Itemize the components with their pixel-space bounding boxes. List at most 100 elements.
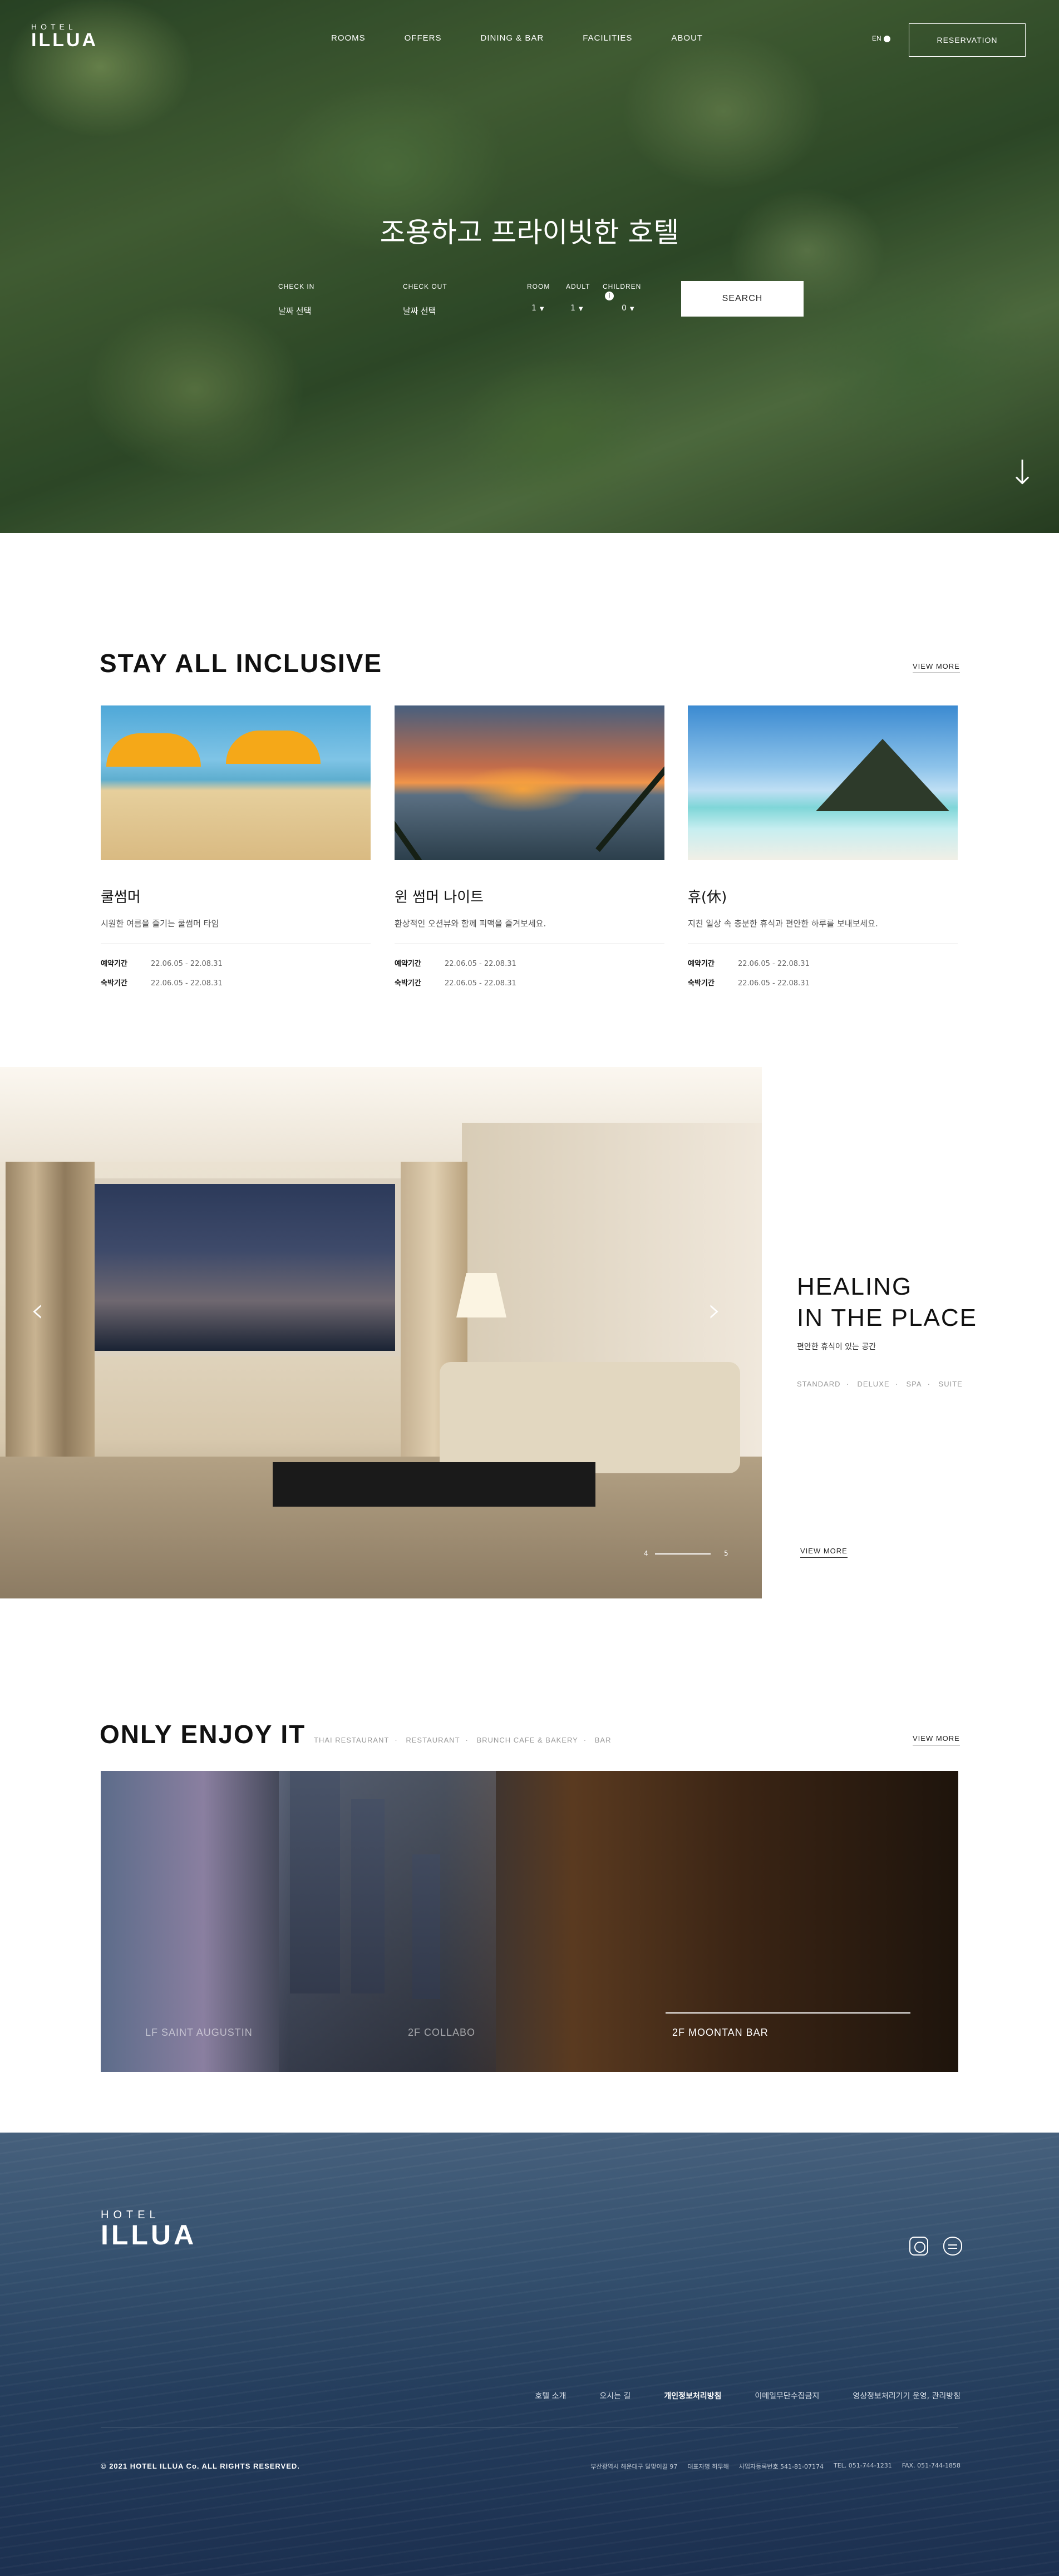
address: 부산광역시 해운대구 달맞이길 97 — [590, 2463, 678, 2470]
slide-progress-bar — [655, 1553, 711, 1555]
language-selector[interactable]: EN — [872, 34, 890, 42]
offer-image-beach-umbrellas[interactable] — [101, 705, 371, 860]
business-number: 사업자등록번호 541-81-07174 — [738, 2463, 824, 2470]
hotel-logo[interactable]: HOTEL ILLUA — [31, 22, 98, 51]
room-select[interactable]: 1 ▼ — [531, 304, 544, 313]
search-button[interactable]: SEARCH — [681, 281, 804, 317]
category-bar[interactable]: BAR — [595, 1736, 612, 1744]
children-label: CHILDREN i — [603, 283, 642, 300]
room-slide-image[interactable] — [0, 1067, 762, 1598]
offer-name: 휴(休) — [688, 889, 727, 906]
curtain — [6, 1162, 95, 1462]
info-icon[interactable]: i — [605, 292, 614, 300]
fax-number: FAX. 051-744-1858 — [902, 2462, 961, 2469]
hero-section: HOTEL ILLUA ROOMS OFFERS DINING & BAR FA… — [0, 0, 1059, 533]
category-thai-restaurant[interactable]: THAI RESTAURANT — [314, 1736, 389, 1744]
main-nav: ROOMS OFFERS DINING & BAR FACILITIES ABO… — [331, 33, 742, 43]
offer-name: 윈 썸머 나이트 — [395, 889, 484, 906]
offer-desc: 시원한 여름을 즐기는 쿨썸머 타임 — [101, 919, 219, 929]
footer-link-location[interactable]: 오시는 길 — [599, 2390, 631, 2401]
stay-view-more-link[interactable]: VIEW MORE — [913, 662, 960, 673]
healing-title: HEALING IN THE PLACE — [797, 1271, 977, 1334]
copyright: © 2021 HOTEL ILLUA Co. ALL RIGHTS RESERV… — [101, 2462, 300, 2470]
reservation-button[interactable]: RESERVATION — [909, 23, 1026, 57]
offer-desc: 지친 일상 속 충분한 휴식과 편안한 하루를 보내보세요. — [688, 919, 878, 929]
offer-name: 쿨썸머 — [101, 889, 141, 906]
nav-offers[interactable]: OFFERS — [405, 33, 442, 43]
nav-about[interactable]: ABOUT — [671, 33, 703, 43]
footer-link-email-policy[interactable]: 이메일무단수집금지 — [755, 2390, 819, 2401]
room-type-standard[interactable]: STANDARD — [797, 1380, 841, 1388]
footer-link-about[interactable]: 호텔 소개 — [535, 2390, 566, 2401]
room-type-deluxe[interactable]: DELUXE — [858, 1380, 890, 1388]
enjoy-view-more-link[interactable]: VIEW MORE — [913, 1734, 960, 1745]
arrow-down-icon[interactable]: ↓ — [1008, 456, 1036, 490]
offer-image-tropical-island[interactable] — [688, 705, 958, 860]
room-type-spa[interactable]: SPA — [907, 1380, 922, 1388]
dining-categories: THAI RESTAURANT · RESTAURANT · BRUNCH CAFE… — [314, 1736, 612, 1744]
category-restaurant[interactable]: RESTAURANT — [406, 1736, 460, 1744]
umbrella-shape — [106, 733, 201, 767]
logo-big-text: ILLUA — [31, 29, 98, 51]
chevron-down-icon: ▼ — [539, 306, 544, 312]
hero-title: 조용하고 프라이빗한 호텔 — [380, 216, 679, 249]
healing-subtitle: 편안한 휴식이 있는 공간 — [797, 1343, 876, 1351]
stay-period: 숙박기간 22.06.05 - 22.08.31 — [395, 979, 516, 988]
healing-view-more-link[interactable]: VIEW MORE — [800, 1547, 848, 1558]
palm-leaf-shape — [595, 754, 664, 852]
booking-period: 예약기간 22.06.05 - 22.08.31 — [101, 960, 223, 968]
footer-links: 호텔 소개 오시는 길 개인정보처리방침 이메일무단수집금지 영상정보처리기기 … — [535, 2390, 961, 2401]
offer-desc: 환상적인 오션뷰와 함께 피맥을 즐겨보세요. — [395, 919, 546, 929]
slide-progress-fill — [655, 1553, 711, 1555]
phone-number: TEL. 051-744-1231 — [833, 2462, 892, 2469]
offer-card[interactable]: 휴(休) 지친 일상 속 충분한 휴식과 편안한 하루를 보내보세요. 예약기간… — [688, 705, 958, 988]
category-brunch-cafe[interactable]: BRUNCH CAFE & BAKERY — [476, 1736, 578, 1744]
check-in-field[interactable]: CHECK IN 날짜 선택 — [278, 283, 314, 317]
slide-total: 5 — [724, 1549, 728, 1557]
palm-leaf-shape — [395, 759, 422, 860]
mountain-shape — [816, 739, 949, 811]
active-caption-line — [666, 2012, 910, 2014]
table-shape — [273, 1462, 595, 1507]
footer-logo[interactable]: HOTEL ILLUA — [101, 2209, 197, 2251]
adult-label: ADULT — [566, 283, 590, 290]
room-types: STANDARD · DELUXE · SPA · SUITE — [797, 1380, 963, 1388]
kakaotalk-icon[interactable] — [943, 2237, 962, 2256]
stay-period: 숙박기간 22.06.05 - 22.08.31 — [688, 979, 810, 988]
slide-current: 4 — [644, 1549, 648, 1557]
chevron-right-icon[interactable]: › — [708, 1291, 721, 1330]
adult-select[interactable]: 1 ▼ — [570, 304, 583, 313]
chevron-down-icon: ▼ — [629, 306, 634, 312]
check-in-label: CHECK IN — [278, 283, 315, 290]
dining-caption[interactable]: LF SAINT AUGUSTIN — [145, 2027, 253, 2039]
nav-dining-bar[interactable]: DINING & BAR — [481, 33, 544, 43]
footer — [0, 2133, 1059, 2576]
offer-card[interactable]: 쿨썸머 시원한 여름을 즐기는 쿨썸머 타임 예약기간 22.06.05 - 22… — [101, 705, 371, 988]
check-in-value: 날짜 선택 — [278, 307, 312, 316]
booking-period: 예약기간 22.06.05 - 22.08.31 — [688, 960, 810, 968]
check-out-label: CHECK OUT — [403, 283, 447, 290]
footer-link-privacy[interactable]: 개인정보처리방침 — [664, 2390, 721, 2401]
healing-title-line1: HEALING — [797, 1273, 913, 1300]
window-night-view — [83, 1178, 401, 1356]
footer-logo-big: ILLUA — [101, 2219, 197, 2251]
children-select[interactable]: 0 ▼ — [622, 304, 634, 313]
chevron-down-icon: ▼ — [578, 306, 583, 312]
room-type-suite[interactable]: SUITE — [939, 1380, 963, 1388]
nav-rooms[interactable]: ROOMS — [331, 33, 366, 43]
sofa-shape — [440, 1362, 740, 1473]
check-out-field[interactable]: CHECK OUT 날짜 선택 — [403, 283, 447, 317]
chevron-left-icon[interactable]: ‹ — [31, 1291, 44, 1330]
company-info: 부산광역시 해운대구 달맞이길 97 대표자명 허무해 사업자등록번호 541-… — [580, 2462, 961, 2471]
ceo-name: 대표자명 허무해 — [687, 2463, 729, 2470]
nav-facilities[interactable]: FACILITIES — [583, 33, 632, 43]
dining-caption[interactable]: 2F COLLABO — [408, 2027, 475, 2039]
stay-section-title: STAY ALL INCLUSIVE — [100, 649, 383, 678]
enjoy-section-title: ONLY ENJOY IT — [100, 1720, 306, 1749]
umbrella-shape — [226, 731, 321, 764]
instagram-icon[interactable] — [909, 2237, 928, 2256]
dining-caption-active[interactable]: 2F MOONTAN BAR — [672, 2027, 769, 2039]
offer-card[interactable]: 윈 썸머 나이트 환상적인 오션뷰와 함께 피맥을 즐겨보세요. 예약기간 22.… — [395, 705, 664, 988]
offer-image-sunset-palm[interactable] — [395, 705, 664, 860]
footer-link-cctv-policy[interactable]: 영상정보처리기기 운영, 관리방침 — [853, 2390, 961, 2401]
